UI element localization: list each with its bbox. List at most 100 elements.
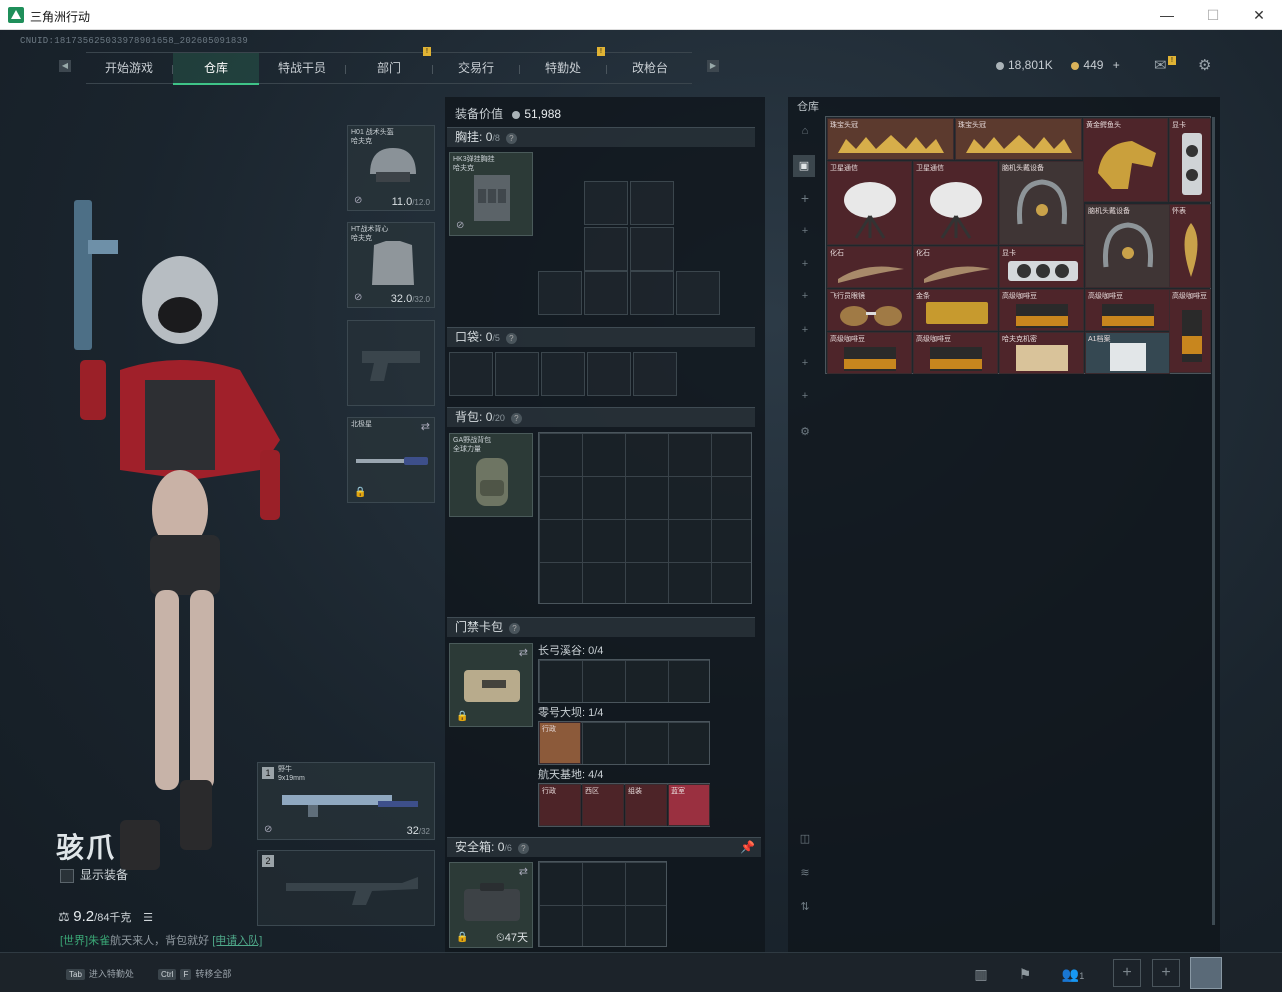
backpack-grid[interactable] — [538, 432, 752, 604]
armor-slot[interactable]: HT战术背心 哈夫克 ⊘ 32.0/32.0 — [347, 222, 435, 308]
chest-cell[interactable] — [676, 271, 720, 315]
stash-settings-icon[interactable]: ⚙ — [798, 425, 812, 438]
swap-icon[interactable]: ⇄ — [519, 865, 528, 878]
stats-icon[interactable]: ▥ — [966, 961, 996, 987]
stash-item[interactable]: 高级咖啡豆 — [1169, 289, 1211, 373]
keycard-item[interactable]: 西区 — [582, 784, 624, 826]
pocket-cell[interactable] — [449, 352, 493, 396]
stash-item[interactable]: A1档案 — [1085, 332, 1170, 374]
stash-page-icon[interactable]: + — [798, 290, 812, 302]
chest-cell[interactable] — [630, 271, 674, 315]
stash-page-icon[interactable]: + — [798, 225, 812, 237]
stash-item[interactable]: 脑机头戴设备 — [999, 161, 1084, 245]
pin-icon[interactable]: 📌 — [740, 838, 755, 857]
backpack-item[interactable]: GA野战背包 全球力量 — [449, 433, 533, 517]
tab-warehouse[interactable]: 仓库 — [173, 53, 259, 85]
transfer-all-hint[interactable]: Ctrl F 转移全部 — [158, 967, 231, 980]
stash-item[interactable]: 金条 — [913, 289, 998, 331]
chest-rig-item[interactable]: HK3弹挂胸挂 哈夫克 ⊘ — [449, 152, 533, 236]
melee-slot[interactable]: 北极星 ⇄ 🔒 — [347, 417, 435, 503]
chat-user[interactable]: 朱雀 — [88, 935, 110, 947]
settings-icon[interactable]: ⚙ — [1198, 56, 1211, 74]
flag-icon[interactable]: ⚑ — [1010, 961, 1040, 987]
pocket-cell[interactable] — [587, 352, 631, 396]
pocket-cell[interactable] — [633, 352, 677, 396]
show-equipment-checkbox[interactable] — [60, 868, 74, 883]
chest-cell[interactable] — [538, 271, 582, 315]
keycard-item[interactable]: 行政 — [539, 784, 581, 826]
pocket-cell[interactable] — [541, 352, 585, 396]
stash-item[interactable]: 黄金鳄鱼头 — [1083, 118, 1168, 202]
tab-prev-icon[interactable]: ◀ — [59, 60, 71, 72]
pocket-cell[interactable] — [495, 352, 539, 396]
add-currency-button[interactable]: + — [1113, 58, 1120, 72]
safebox-grid[interactable] — [538, 861, 667, 947]
tab-market[interactable]: 交易行 — [433, 53, 519, 85]
stash-item[interactable]: 高级咖啡豆 — [913, 332, 998, 374]
keycard-item[interactable]: 行政 — [539, 722, 581, 764]
stash-item[interactable]: 珠宝头冠 — [955, 118, 1082, 160]
mail-icon[interactable]: ✉ — [1154, 56, 1167, 74]
tab-special-ops[interactable]: 特勤处 — [520, 53, 606, 85]
stash-item[interactable]: 显卡 — [999, 246, 1084, 288]
invite-slot-button[interactable]: + — [1152, 959, 1180, 987]
chest-cell[interactable] — [584, 181, 628, 225]
tab-gunsmith[interactable]: 改枪台 — [607, 53, 693, 85]
swap-icon[interactable]: ⇄ — [421, 420, 430, 433]
stash-item[interactable]: 卫星通信 — [827, 161, 912, 245]
chest-cell[interactable] — [630, 181, 674, 225]
chest-cell[interactable] — [584, 271, 628, 315]
tab-next-icon[interactable]: ▶ — [707, 60, 719, 72]
stash-page-icon[interactable]: ▣ — [793, 155, 815, 177]
stash-item[interactable]: 卫星通信 — [913, 161, 998, 245]
tab-department[interactable]: 部门 — [346, 53, 432, 85]
swap-icon[interactable]: ⇄ — [519, 646, 528, 659]
secondary-weapon-slot-empty[interactable]: 2 — [257, 850, 435, 926]
melee-image — [356, 457, 428, 465]
stash-page-icon[interactable]: + — [798, 324, 812, 336]
weight-details-icon[interactable]: ☰ — [143, 912, 153, 924]
stash-scrollbar[interactable] — [1212, 117, 1215, 925]
keycard-row[interactable] — [538, 659, 710, 703]
stash-item[interactable]: 高级咖啡豆 — [999, 289, 1084, 331]
add-stash-page-icon[interactable]: + — [798, 190, 812, 206]
squad-icon[interactable]: 👥1 — [1058, 961, 1088, 987]
stash-item[interactable]: 哈夫克机密 — [999, 332, 1084, 374]
pistol-slot-empty[interactable] — [347, 320, 435, 406]
stash-filter-icon[interactable]: ⌂ — [798, 125, 812, 137]
keycard-item[interactable]: 蓝室 — [668, 784, 710, 826]
stash-screenshot-icon[interactable]: ◫ — [798, 832, 812, 845]
stash-item[interactable]: 化石 — [913, 246, 998, 288]
backpack-image — [476, 458, 508, 506]
stash-page-icon[interactable]: + — [798, 357, 812, 369]
apply-join-link[interactable]: [申请入队] — [212, 935, 262, 947]
primary-weapon-slot[interactable]: 1 野牛 9x19mm ⊘ 32/32 — [257, 762, 435, 840]
stash-item[interactable]: 怀表 — [1169, 204, 1211, 288]
tab-start-game[interactable]: 开始游戏 — [86, 53, 172, 85]
helmet-slot[interactable]: H01 战术头盔 哈夫克 ⊘ 11.0/12.0 — [347, 125, 435, 211]
minimize-button[interactable]: — — [1144, 0, 1190, 30]
chest-cell[interactable] — [630, 227, 674, 271]
stash-sort-icon[interactable]: ⇅ — [798, 900, 812, 913]
stash-item[interactable]: 高级咖啡豆 — [827, 332, 912, 374]
stash-page-icon[interactable]: + — [798, 390, 812, 402]
safebox-item[interactable]: ⇄ 🔒 ⏲47天 — [449, 862, 533, 948]
maximize-button[interactable]: ☐ — [1190, 0, 1236, 30]
stash-item[interactable]: 显卡 — [1169, 118, 1211, 202]
stash-item[interactable]: 高级咖啡豆 — [1085, 289, 1170, 331]
keycard-case-item[interactable]: ⇄ 🔒 — [449, 643, 533, 727]
stash-item[interactable]: 珠宝头冠 — [827, 118, 954, 160]
stash-page-icon[interactable]: + — [798, 258, 812, 270]
stash-item[interactable]: 飞行员眼镜 — [827, 289, 912, 331]
close-button[interactable]: ✕ — [1236, 0, 1282, 30]
stash-item[interactable]: 化石 — [827, 246, 912, 288]
enter-special-ops-hint[interactable]: Tab 进入特勤处 — [66, 967, 134, 980]
keycard-item[interactable]: 组装 — [625, 784, 667, 826]
stash-layers-icon[interactable]: ≋ — [798, 866, 812, 879]
avatar[interactable] — [1190, 957, 1222, 989]
show-equipment-toggle[interactable]: 显示装备 — [60, 866, 128, 883]
tab-operators[interactable]: 特战干员 — [259, 53, 345, 85]
chest-cell[interactable] — [584, 227, 628, 271]
invite-slot-button[interactable]: + — [1113, 959, 1141, 987]
stash-item[interactable]: 脑机头戴设备 — [1085, 204, 1170, 288]
